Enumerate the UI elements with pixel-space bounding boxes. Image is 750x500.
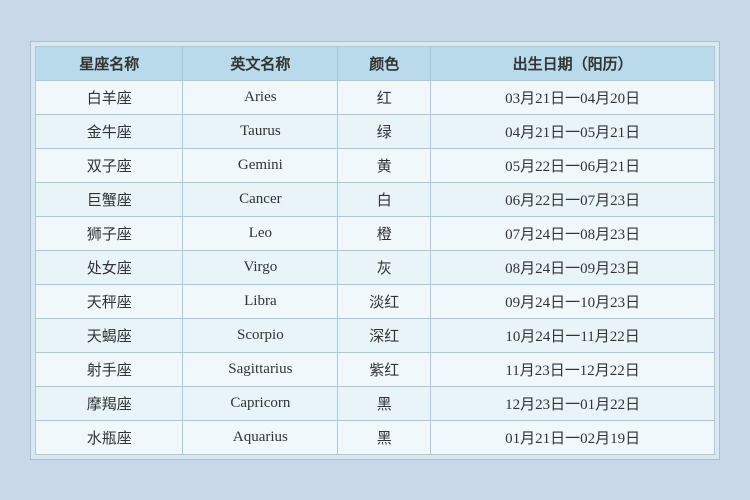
cell-color: 紫红 <box>338 352 431 386</box>
cell-dates: 11月23日一12月22日 <box>431 352 715 386</box>
cell-chinese-name: 金牛座 <box>36 114 183 148</box>
cell-color: 橙 <box>338 216 431 250</box>
cell-color: 红 <box>338 80 431 114</box>
cell-chinese-name: 狮子座 <box>36 216 183 250</box>
cell-english-name: Scorpio <box>183 318 338 352</box>
cell-color: 淡红 <box>338 284 431 318</box>
cell-english-name: Aquarius <box>183 420 338 454</box>
cell-dates: 06月22日一07月23日 <box>431 182 715 216</box>
zodiac-table: 星座名称 英文名称 颜色 出生日期（阳历） 白羊座Aries红03月21日一04… <box>35 46 715 455</box>
cell-color: 深红 <box>338 318 431 352</box>
table-row: 射手座Sagittarius紫红11月23日一12月22日 <box>36 352 715 386</box>
cell-chinese-name: 双子座 <box>36 148 183 182</box>
table-row: 双子座Gemini黄05月22日一06月21日 <box>36 148 715 182</box>
cell-dates: 10月24日一11月22日 <box>431 318 715 352</box>
table-row: 巨蟹座Cancer白06月22日一07月23日 <box>36 182 715 216</box>
cell-english-name: Virgo <box>183 250 338 284</box>
cell-dates: 05月22日一06月21日 <box>431 148 715 182</box>
header-english-name: 英文名称 <box>183 46 338 80</box>
cell-dates: 01月21日一02月19日 <box>431 420 715 454</box>
cell-english-name: Libra <box>183 284 338 318</box>
table-row: 天蝎座Scorpio深红10月24日一11月22日 <box>36 318 715 352</box>
cell-chinese-name: 处女座 <box>36 250 183 284</box>
cell-english-name: Cancer <box>183 182 338 216</box>
cell-chinese-name: 射手座 <box>36 352 183 386</box>
cell-english-name: Taurus <box>183 114 338 148</box>
cell-english-name: Sagittarius <box>183 352 338 386</box>
cell-chinese-name: 水瓶座 <box>36 420 183 454</box>
table-header-row: 星座名称 英文名称 颜色 出生日期（阳历） <box>36 46 715 80</box>
cell-chinese-name: 巨蟹座 <box>36 182 183 216</box>
cell-color: 绿 <box>338 114 431 148</box>
table-row: 水瓶座Aquarius黑01月21日一02月19日 <box>36 420 715 454</box>
cell-color: 黑 <box>338 386 431 420</box>
cell-dates: 03月21日一04月20日 <box>431 80 715 114</box>
table-body: 白羊座Aries红03月21日一04月20日金牛座Taurus绿04月21日一0… <box>36 80 715 454</box>
cell-chinese-name: 天蝎座 <box>36 318 183 352</box>
table-row: 白羊座Aries红03月21日一04月20日 <box>36 80 715 114</box>
cell-dates: 04月21日一05月21日 <box>431 114 715 148</box>
header-chinese-name: 星座名称 <box>36 46 183 80</box>
header-dates: 出生日期（阳历） <box>431 46 715 80</box>
cell-color: 灰 <box>338 250 431 284</box>
header-color: 颜色 <box>338 46 431 80</box>
table-row: 金牛座Taurus绿04月21日一05月21日 <box>36 114 715 148</box>
table-row: 天秤座Libra淡红09月24日一10月23日 <box>36 284 715 318</box>
cell-chinese-name: 天秤座 <box>36 284 183 318</box>
cell-dates: 12月23日一01月22日 <box>431 386 715 420</box>
cell-color: 白 <box>338 182 431 216</box>
table-row: 摩羯座Capricorn黑12月23日一01月22日 <box>36 386 715 420</box>
cell-chinese-name: 摩羯座 <box>36 386 183 420</box>
zodiac-table-container: 星座名称 英文名称 颜色 出生日期（阳历） 白羊座Aries红03月21日一04… <box>30 41 720 460</box>
cell-color: 黄 <box>338 148 431 182</box>
cell-dates: 09月24日一10月23日 <box>431 284 715 318</box>
cell-dates: 07月24日一08月23日 <box>431 216 715 250</box>
table-row: 处女座Virgo灰08月24日一09月23日 <box>36 250 715 284</box>
cell-english-name: Gemini <box>183 148 338 182</box>
cell-color: 黑 <box>338 420 431 454</box>
table-row: 狮子座Leo橙07月24日一08月23日 <box>36 216 715 250</box>
cell-english-name: Capricorn <box>183 386 338 420</box>
cell-english-name: Leo <box>183 216 338 250</box>
cell-english-name: Aries <box>183 80 338 114</box>
cell-chinese-name: 白羊座 <box>36 80 183 114</box>
cell-dates: 08月24日一09月23日 <box>431 250 715 284</box>
